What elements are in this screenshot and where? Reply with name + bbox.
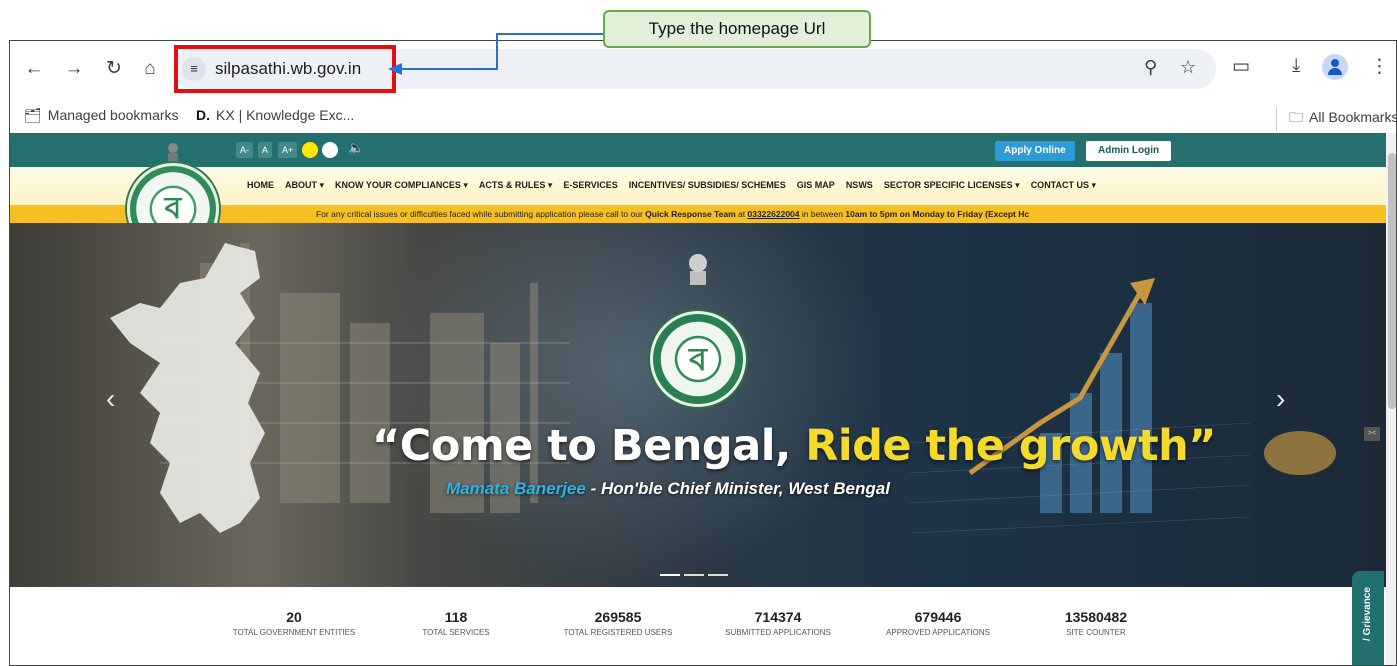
page-scrollbar[interactable] bbox=[1386, 133, 1396, 665]
hero-title: “Come to Bengal, Ride the growth” bbox=[372, 421, 1217, 471]
callout-box: Type the homepage Url bbox=[603, 10, 871, 48]
white-contrast-toggle[interactable] bbox=[322, 142, 338, 158]
hero-seal-glyph: ব bbox=[689, 341, 707, 377]
stat-value: 118 bbox=[444, 609, 468, 625]
nav-sector-licenses[interactable]: SECTOR SPECIFIC LICENSES ▾ bbox=[884, 180, 1020, 191]
stat-entities: 20 TOTAL GOVERNMENT ENTITIES bbox=[214, 609, 374, 637]
carousel-dot-1[interactable] bbox=[660, 574, 680, 576]
scrollbar-thumb[interactable] bbox=[1388, 153, 1396, 409]
browser-window: ← → ↻ ⌂ ≡ silpasathi.wb.gov.in ⚲ ☆ ▭ ⤓ ⋮… bbox=[9, 40, 1397, 666]
nav-acts-rules[interactable]: ACTS & RULES ▾ bbox=[479, 180, 553, 191]
grievance-label: / Grievance bbox=[1362, 587, 1373, 641]
nav-gis-map[interactable]: GIS MAP bbox=[797, 180, 835, 191]
carousel-prev-icon[interactable]: ‹ bbox=[106, 383, 115, 415]
stat-label: TOTAL REGISTERED USERS bbox=[563, 628, 673, 637]
yellow-contrast-toggle[interactable] bbox=[302, 142, 318, 158]
stat-label: SUBMITTED APPLICATIONS bbox=[725, 628, 831, 637]
stat-value: 269585 bbox=[594, 609, 642, 625]
hero-sub-name: Mamata Banerjee bbox=[446, 479, 586, 498]
notice-hours: 10am to 5pm on Monday to Friday (Except … bbox=[845, 209, 1030, 219]
website-viewport: A- A A+ 🔈 Apply Online Admin Login HOME … bbox=[10, 133, 1386, 665]
hero-title-highlight: Ride the growth” bbox=[805, 421, 1217, 471]
nav-list: HOME ABOUT ▾ KNOW YOUR COMPLIANCES ▾ ACT… bbox=[247, 180, 1107, 191]
stat-value: 13580482 bbox=[1064, 609, 1128, 625]
stat-approved: 679446 APPROVED APPLICATIONS bbox=[858, 609, 1018, 637]
site-utility-bar: A- A A+ 🔈 Apply Online Admin Login bbox=[10, 133, 1386, 167]
stat-site-counter: 13580482 SITE COUNTER bbox=[1016, 609, 1176, 637]
notice-phone[interactable]: 03322622004 bbox=[748, 209, 800, 219]
notice-at: at bbox=[735, 209, 748, 219]
apply-online-button[interactable]: Apply Online bbox=[995, 141, 1075, 161]
grievance-tab[interactable]: / Grievance bbox=[1352, 571, 1384, 665]
stats-strip: 20 TOTAL GOVERNMENT ENTITIES 118 TOTAL S… bbox=[10, 587, 1386, 665]
nav-contact[interactable]: CONTACT US ▾ bbox=[1031, 180, 1096, 191]
hero-sub-rest: - Hon'ble Chief Minister, West Bengal bbox=[585, 479, 890, 498]
hero-subtitle: Mamata Banerjee - Hon'ble Chief Minister… bbox=[446, 479, 890, 499]
nav-nsws[interactable]: NSWS bbox=[846, 180, 873, 191]
stat-value: 714374 bbox=[754, 609, 802, 625]
nav-e-services[interactable]: E-SERVICES bbox=[563, 180, 617, 191]
side-widget-icon[interactable]: >< bbox=[1364, 427, 1380, 441]
font-decrease-button[interactable]: A- bbox=[236, 142, 253, 158]
admin-login-button[interactable]: Admin Login bbox=[1086, 141, 1172, 161]
hero-carousel: ব “Come to Bengal, Ride the growth” Mama… bbox=[10, 223, 1386, 587]
stat-label: TOTAL SERVICES bbox=[422, 628, 490, 637]
carousel-next-icon[interactable]: › bbox=[1276, 383, 1285, 415]
hero-title-main: “Come to Bengal, bbox=[372, 421, 806, 471]
stat-label: TOTAL GOVERNMENT ENTITIES bbox=[232, 628, 356, 637]
notice-team: Quick Response Team bbox=[645, 209, 736, 219]
carousel-indicators bbox=[660, 563, 732, 581]
stat-value: 20 bbox=[286, 609, 302, 625]
speaker-icon[interactable]: 🔈 bbox=[348, 140, 364, 156]
stat-registered-users: 269585 TOTAL REGISTERED USERS bbox=[538, 609, 698, 637]
notice-mid: in between bbox=[799, 209, 846, 219]
stat-value: 679446 bbox=[914, 609, 962, 625]
notice-pre: For any critical issues or difficulties … bbox=[316, 209, 646, 219]
font-increase-button[interactable]: A+ bbox=[278, 142, 298, 158]
nav-incentives[interactable]: INCENTIVES/ SUBSIDIES/ SCHEMES bbox=[629, 180, 786, 191]
stat-submitted: 714374 SUBMITTED APPLICATIONS bbox=[698, 609, 858, 637]
carousel-dot-3[interactable] bbox=[708, 574, 728, 576]
nav-home[interactable]: HOME bbox=[247, 180, 274, 191]
nav-compliances[interactable]: KNOW YOUR COMPLIANCES ▾ bbox=[335, 180, 468, 191]
stat-services: 118 TOTAL SERVICES bbox=[376, 609, 536, 637]
nav-about[interactable]: ABOUT ▾ bbox=[285, 180, 324, 191]
stat-label: SITE COUNTER bbox=[1066, 628, 1126, 637]
hero-seal-logo: ব bbox=[650, 311, 746, 407]
font-normal-button[interactable]: A bbox=[258, 142, 273, 158]
stat-label: APPROVED APPLICATIONS bbox=[886, 628, 990, 637]
carousel-dot-2[interactable] bbox=[684, 574, 704, 576]
